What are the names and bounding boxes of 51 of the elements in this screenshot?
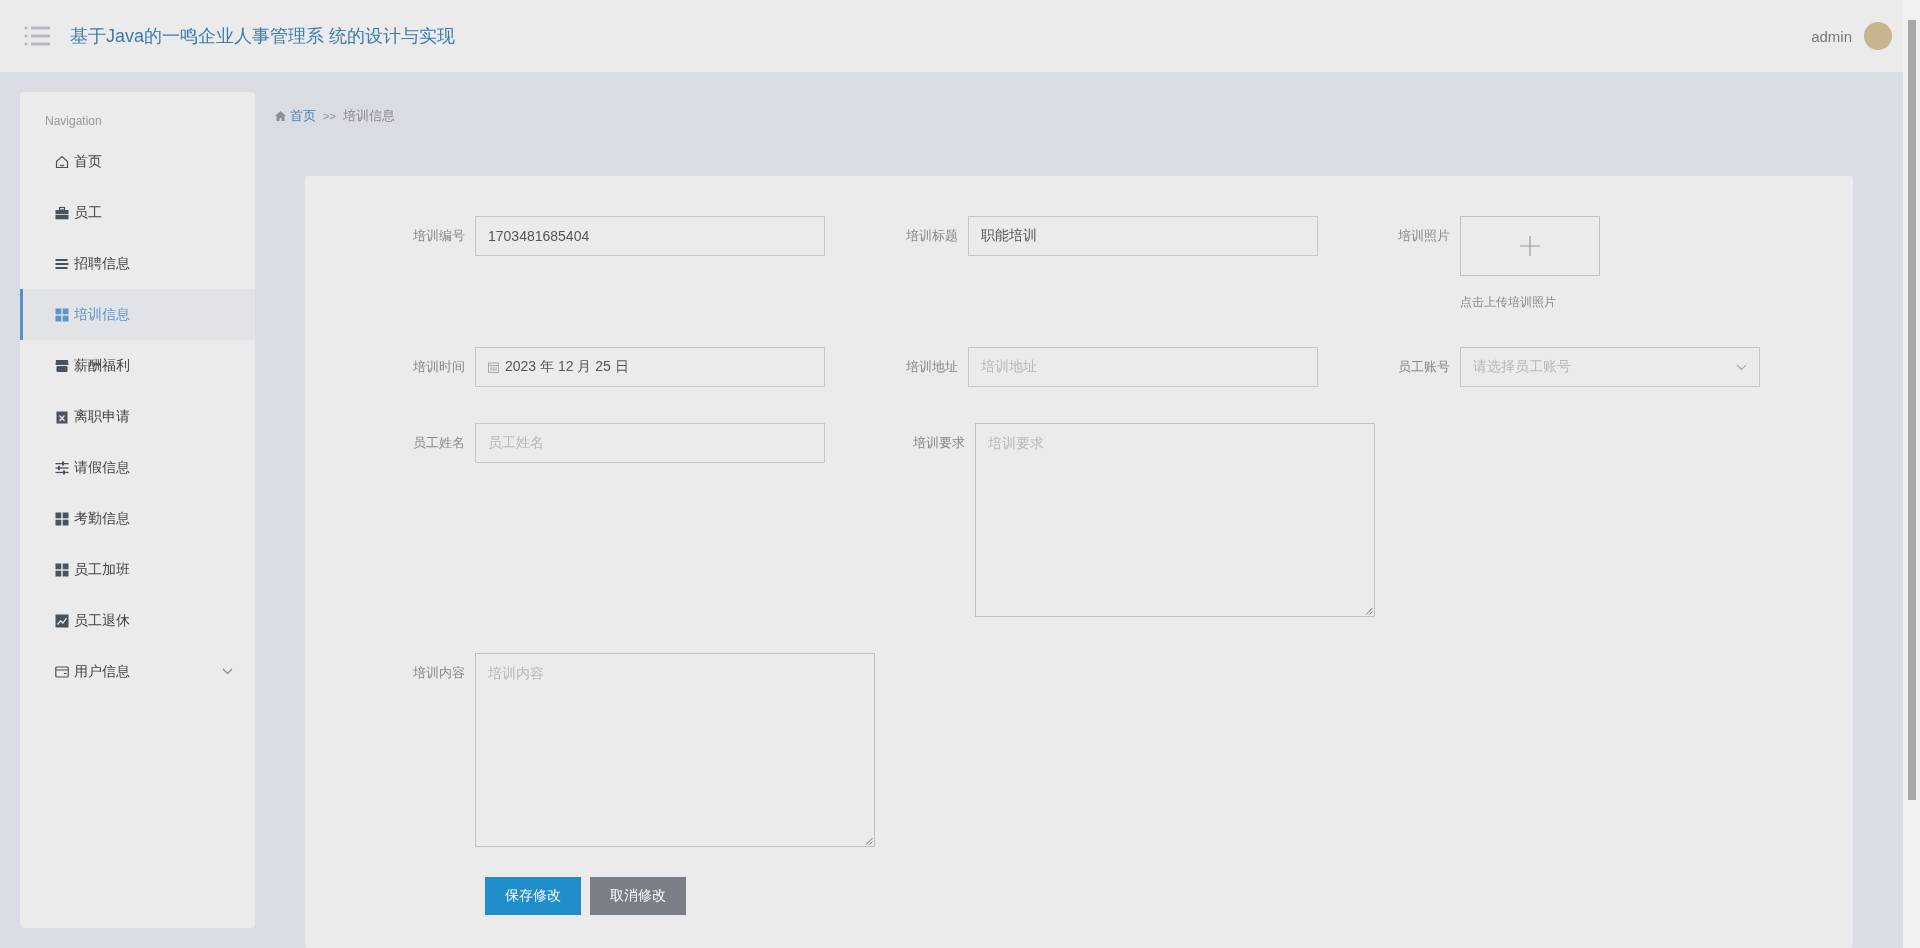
avatar[interactable]	[1864, 22, 1892, 50]
field-label: 员工账号	[1397, 358, 1452, 376]
home-icon	[275, 111, 286, 121]
nav-heading: Navigation	[44, 114, 103, 128]
field-label: 培训标题	[904, 227, 959, 245]
sidebar-item[interactable]: 招聘信息	[20, 238, 255, 289]
sidebar-item[interactable]: 员工退休	[20, 595, 255, 646]
grid-icon	[55, 511, 69, 526]
breadcrumb-current: 培训信息	[342, 107, 395, 125]
home-icon	[55, 154, 69, 169]
briefcase-icon	[55, 205, 69, 220]
field-label: 培训照片	[1397, 227, 1452, 245]
card-icon	[55, 664, 69, 679]
resize-grip-icon	[865, 837, 873, 845]
sidebar-item[interactable]: 员工	[20, 187, 255, 238]
caret-icon	[1736, 363, 1748, 371]
scrollbar-thumb[interactable]	[1907, 20, 1916, 800]
menu-icon[interactable]	[24, 26, 50, 46]
app-title: 基于Java的一鸣企业人事管理系 统的设计与实现	[70, 25, 456, 48]
grid-icon	[55, 562, 69, 577]
cancel-button[interactable]: 取消修改	[590, 877, 686, 915]
sidebar-item[interactable]: 请假信息	[20, 442, 255, 493]
calendar-icon	[488, 361, 499, 373]
user-name[interactable]: admin	[1811, 27, 1852, 45]
chart-icon	[55, 613, 69, 628]
breadcrumb-separator: >>	[323, 110, 336, 122]
sidebar-item[interactable]: 首页	[20, 136, 255, 187]
lines-icon	[55, 256, 69, 271]
sidebar-item[interactable]: 用户信息	[20, 646, 255, 697]
save-button[interactable]: 保存修改	[485, 877, 581, 915]
plus-icon	[1520, 236, 1541, 256]
sliders-icon	[55, 460, 69, 475]
sidebar-item[interactable]: 薪酬福利	[20, 340, 255, 391]
sidebar-item[interactable]: 员工加班	[20, 544, 255, 595]
field-label: 员工姓名	[412, 434, 466, 452]
scrollbar[interactable]	[1903, 0, 1920, 948]
field-label: 培训内容	[412, 664, 466, 682]
sidebar-item[interactable]: 离职申请	[20, 391, 255, 442]
upload-hint: 点击上传培训照片	[1460, 294, 1558, 311]
field-label: 培训时间	[412, 358, 466, 376]
field-label: 培训编号	[412, 227, 466, 245]
field-label: 培训要求	[912, 434, 966, 452]
text-field[interactable]: 1703481685404	[475, 216, 825, 256]
field-label: 培训地址	[904, 358, 959, 376]
text-field[interactable]: 职能培训	[967, 216, 1318, 256]
grid-icon	[55, 307, 69, 322]
sidebar-item[interactable]: 考勤信息	[20, 493, 255, 544]
resize-grip-icon	[1365, 607, 1373, 615]
upload-box[interactable]	[1460, 216, 1601, 276]
date-field[interactable]: 2023 年 12 月 25 日	[475, 347, 825, 387]
caret-icon	[222, 668, 233, 675]
